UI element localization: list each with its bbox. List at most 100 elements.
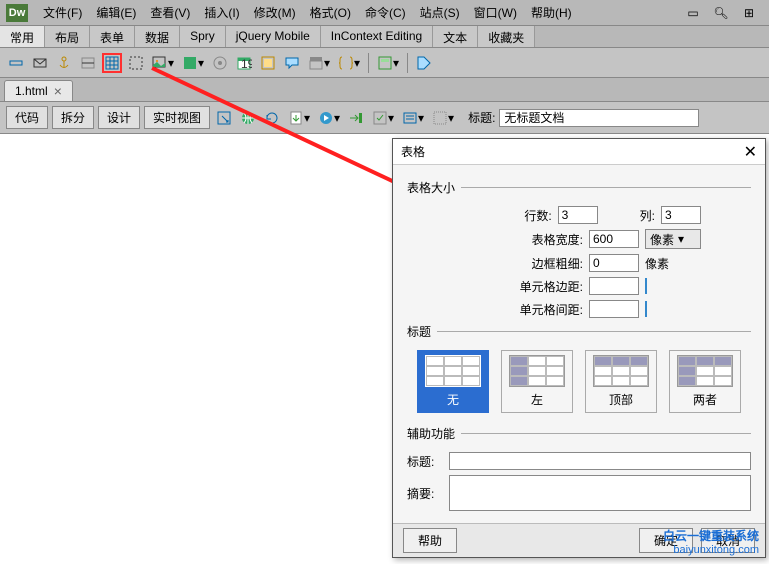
file-tab[interactable]: 1.html × <box>4 80 73 101</box>
email-icon[interactable] <box>30 53 50 73</box>
grid-icon[interactable]: ⊞ <box>739 4 759 22</box>
header-both-icon <box>677 355 733 387</box>
header-top-icon <box>593 355 649 387</box>
comment-icon[interactable] <box>282 53 302 73</box>
design-view-button[interactable]: 设计 <box>98 106 140 129</box>
inspect-icon[interactable] <box>214 108 234 128</box>
visual-aids-icon[interactable]: ▾ <box>430 108 456 128</box>
tab-incontext[interactable]: InContext Editing <box>321 26 433 47</box>
header-left-icon <box>509 355 565 387</box>
tab-spry[interactable]: Spry <box>180 26 226 47</box>
preview-icon[interactable]: ▾ <box>316 108 342 128</box>
border-input[interactable] <box>589 254 639 272</box>
cols-input[interactable] <box>661 206 701 224</box>
dialog-title: 表格 <box>401 143 744 160</box>
div-icon[interactable] <box>126 53 146 73</box>
close-icon[interactable]: ✕ <box>744 142 757 162</box>
document-toolbar: 代码 拆分 设计 实时视图 ▾ ▾ ▾ ▾ ▾ 标题: <box>0 102 769 134</box>
ssi-icon[interactable] <box>258 53 278 73</box>
title-label: 标题: <box>468 109 495 126</box>
refresh-icon[interactable] <box>262 108 282 128</box>
menu-view[interactable]: 查看(V) <box>143 2 197 23</box>
menu-modify[interactable]: 修改(M) <box>247 2 303 23</box>
cellpadding-input[interactable] <box>589 277 639 295</box>
rows-label: 行数: <box>524 207 551 224</box>
section-header-label: 标题 <box>407 323 431 340</box>
chevron-down-icon: ▾ <box>678 232 684 246</box>
caption-input[interactable] <box>449 452 751 470</box>
menu-help[interactable]: 帮助(H) <box>524 2 579 23</box>
code-view-button[interactable]: 代码 <box>6 106 48 129</box>
ok-button[interactable]: 确定 <box>639 528 693 553</box>
menubar: Dw 文件(F) 编辑(E) 查看(V) 插入(I) 修改(M) 格式(O) 命… <box>0 0 769 26</box>
layout-icon[interactable]: ▭ <box>683 4 703 22</box>
image-icon[interactable]: ▾ <box>150 53 176 73</box>
border-label: 边框粗细: <box>532 255 583 272</box>
rows-input[interactable] <box>558 206 598 224</box>
header-left-option[interactable]: 左 <box>501 350 573 413</box>
cols-label: 列: <box>640 207 655 224</box>
width-unit-select[interactable]: 像素▾ <box>645 229 701 249</box>
anchor-icon[interactable] <box>54 53 74 73</box>
split-view-button[interactable]: 拆分 <box>52 106 94 129</box>
header-none-option[interactable]: 无 <box>417 350 489 413</box>
tab-jquery[interactable]: jQuery Mobile <box>226 26 321 47</box>
file-tabbar: 1.html × <box>0 78 769 102</box>
close-tab-icon[interactable]: × <box>54 86 62 96</box>
tab-data[interactable]: 数据 <box>135 26 180 47</box>
date-icon[interactable]: 19 <box>234 53 254 73</box>
live-view-button[interactable]: 实时视图 <box>144 106 210 129</box>
menu-format[interactable]: 格式(O) <box>303 2 358 23</box>
width-input[interactable] <box>589 230 639 248</box>
media-icon[interactable]: ▾ <box>180 53 206 73</box>
table-icon[interactable] <box>102 53 122 73</box>
insert-toolbar: ▾ ▾ 19 ▾ ▾ ▾ <box>0 48 769 78</box>
script-icon[interactable]: ▾ <box>336 53 362 73</box>
cellpadding-label: 单元格边距: <box>520 278 583 295</box>
border-unit: 像素 <box>645 255 701 272</box>
cellspacing-input[interactable] <box>589 300 639 318</box>
summary-textarea[interactable] <box>449 475 751 511</box>
header-none-icon <box>425 355 481 387</box>
header-both-option[interactable]: 两者 <box>669 350 741 413</box>
widget-icon[interactable] <box>210 53 230 73</box>
menu-insert[interactable]: 插入(I) <box>197 2 246 23</box>
hyperlink-icon[interactable] <box>6 53 26 73</box>
nav-icon[interactable] <box>346 108 366 128</box>
cellspacing-icon <box>645 301 647 317</box>
check-icon[interactable]: ▾ <box>400 108 426 128</box>
head-icon[interactable]: ▾ <box>306 53 332 73</box>
cellspacing-label: 单元格间距: <box>520 301 583 318</box>
header-top-option[interactable]: 顶部 <box>585 350 657 413</box>
section-size-label: 表格大小 <box>407 179 455 196</box>
hr-icon[interactable] <box>78 53 98 73</box>
dialog-footer: 帮助 确定 取消 <box>393 523 765 557</box>
search-icon[interactable]: 🔍︎ <box>711 4 731 22</box>
tag-icon[interactable] <box>414 53 434 73</box>
validate-icon[interactable]: ▾ <box>370 108 396 128</box>
table-dialog: 表格 ✕ 表格大小 行数: 列: 表格宽度: 像素▾ 边框粗细: 像素 单元格边… <box>392 138 766 558</box>
menu-file[interactable]: 文件(F) <box>36 2 89 23</box>
menu-edit[interactable]: 编辑(E) <box>89 2 143 23</box>
section-access-label: 辅助功能 <box>407 425 455 442</box>
dialog-titlebar[interactable]: 表格 ✕ <box>393 139 765 165</box>
template-icon[interactable]: ▾ <box>375 53 401 73</box>
tab-common[interactable]: 常用 <box>0 26 45 47</box>
menu-window[interactable]: 窗口(W) <box>467 2 524 23</box>
menu-site[interactable]: 站点(S) <box>413 2 467 23</box>
caption-label: 标题: <box>407 453 441 470</box>
app-logo: Dw <box>6 4 28 22</box>
cancel-button[interactable]: 取消 <box>701 528 755 553</box>
file-tab-name: 1.html <box>15 84 48 98</box>
help-button[interactable]: 帮助 <box>403 528 457 553</box>
file-mgmt-icon[interactable]: ▾ <box>286 108 312 128</box>
tab-layout[interactable]: 布局 <box>45 26 90 47</box>
title-input[interactable] <box>499 109 699 127</box>
tab-favorites[interactable]: 收藏夹 <box>478 26 535 47</box>
menu-commands[interactable]: 命令(C) <box>358 2 413 23</box>
cellpadding-icon <box>645 278 647 294</box>
tab-forms[interactable]: 表单 <box>90 26 135 47</box>
width-label: 表格宽度: <box>532 231 583 248</box>
browser-icon[interactable] <box>238 108 258 128</box>
tab-text[interactable]: 文本 <box>433 26 478 47</box>
